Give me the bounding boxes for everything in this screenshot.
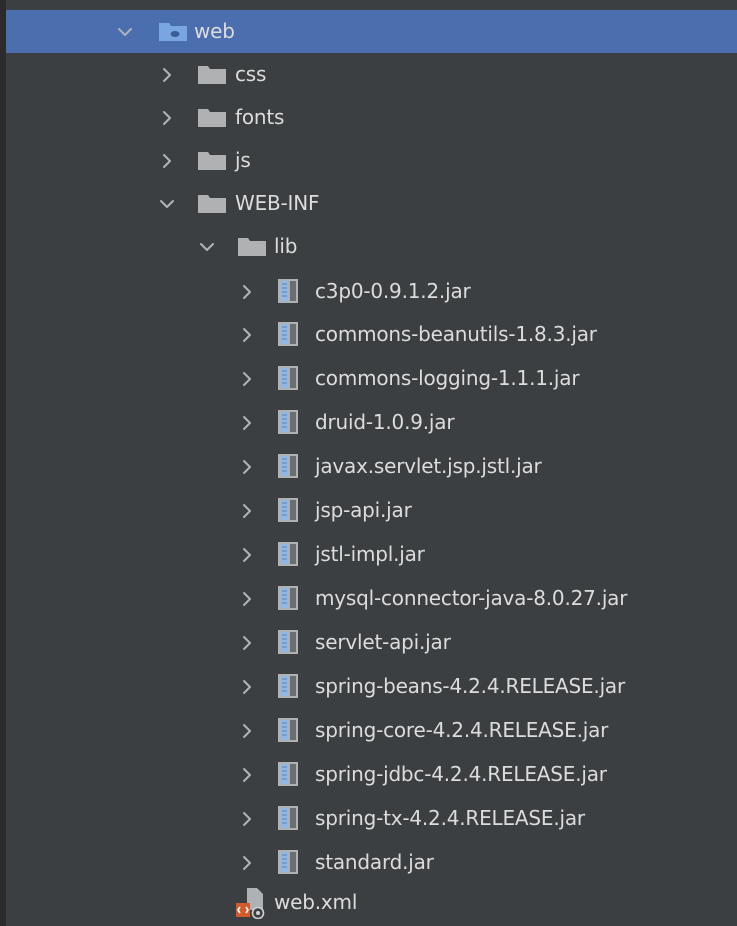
tree-node-label: WEB-INF bbox=[235, 191, 320, 215]
jar-archive-icon bbox=[277, 673, 299, 699]
tree-node-label: druid-1.0.9.jar bbox=[315, 410, 455, 434]
tree-node-jar[interactable]: druid-1.0.9.jar bbox=[6, 401, 737, 444]
tree-node-label: fonts bbox=[235, 105, 285, 129]
chevron-right-icon[interactable] bbox=[236, 720, 258, 742]
chevron-right-icon[interactable] bbox=[236, 324, 258, 346]
tree-node-jar[interactable]: jstl-impl.jar bbox=[6, 533, 737, 576]
jar-archive-icon bbox=[277, 761, 299, 787]
chevron-down-icon[interactable] bbox=[156, 193, 178, 215]
chevron-right-icon[interactable] bbox=[236, 281, 258, 303]
jar-archive-icon bbox=[277, 849, 299, 875]
chevron-right-icon[interactable] bbox=[156, 64, 178, 86]
tree-node-jar[interactable]: spring-tx-4.2.4.RELEASE.jar bbox=[6, 797, 737, 840]
chevron-right-icon[interactable] bbox=[236, 412, 258, 434]
tree-node-lib[interactable]: lib bbox=[6, 225, 737, 268]
tree-node-label: spring-jdbc-4.2.4.RELEASE.jar bbox=[315, 762, 607, 786]
chevron-right-icon[interactable] bbox=[236, 588, 258, 610]
tree-node-jar[interactable]: commons-beanutils-1.8.3.jar bbox=[6, 313, 737, 356]
tree-node-label: c3p0-0.9.1.2.jar bbox=[315, 279, 471, 303]
tree-node-jar[interactable]: servlet-api.jar bbox=[6, 621, 737, 664]
jar-archive-icon bbox=[277, 497, 299, 523]
tree-node-label: javax.servlet.jsp.jstl.jar bbox=[315, 454, 542, 478]
chevron-right-icon[interactable] bbox=[236, 808, 258, 830]
chevron-right-icon[interactable] bbox=[236, 368, 258, 390]
folder-icon bbox=[197, 63, 227, 85]
tree-node-web[interactable]: web bbox=[6, 10, 737, 53]
chevron-right-icon[interactable] bbox=[236, 456, 258, 478]
jar-archive-icon bbox=[277, 453, 299, 479]
tree-node-fonts[interactable]: fonts bbox=[6, 96, 737, 139]
chevron-right-icon[interactable] bbox=[236, 852, 258, 874]
tree-node-jar[interactable]: spring-core-4.2.4.RELEASE.jar bbox=[6, 709, 737, 752]
jar-archive-icon bbox=[277, 541, 299, 567]
web-folder-icon bbox=[158, 20, 188, 42]
tree-node-css[interactable]: css bbox=[6, 53, 737, 96]
chevron-right-icon[interactable] bbox=[156, 107, 178, 129]
jar-archive-icon bbox=[277, 717, 299, 743]
tree-node-js[interactable]: js bbox=[6, 139, 737, 182]
tree-node-label: standard.jar bbox=[315, 850, 434, 874]
tree-node-label: spring-tx-4.2.4.RELEASE.jar bbox=[315, 806, 585, 830]
tree-node-jar[interactable]: spring-jdbc-4.2.4.RELEASE.jar bbox=[6, 753, 737, 796]
tree-node-jar[interactable]: c3p0-0.9.1.2.jar bbox=[6, 270, 737, 313]
folder-icon bbox=[197, 106, 227, 128]
chevron-down-icon[interactable] bbox=[196, 236, 218, 258]
chevron-right-icon[interactable] bbox=[236, 676, 258, 698]
jar-archive-icon bbox=[277, 805, 299, 831]
web-xml-file-icon bbox=[234, 887, 268, 919]
tree-node-label: mysql-connector-java-8.0.27.jar bbox=[315, 586, 628, 610]
jar-archive-icon bbox=[277, 321, 299, 347]
tree-node-jar[interactable]: spring-beans-4.2.4.RELEASE.jar bbox=[6, 665, 737, 708]
tree-node-label: css bbox=[235, 62, 267, 86]
folder-icon bbox=[237, 235, 267, 257]
tree-node-label: commons-beanutils-1.8.3.jar bbox=[315, 322, 597, 346]
tree-node-label: web bbox=[194, 19, 235, 43]
jar-archive-icon bbox=[277, 365, 299, 391]
tree-node-label: web.xml bbox=[274, 890, 358, 914]
jar-archive-icon bbox=[277, 585, 299, 611]
tree-node-label: spring-beans-4.2.4.RELEASE.jar bbox=[315, 674, 626, 698]
tree-node-label: js bbox=[235, 148, 251, 172]
chevron-right-icon[interactable] bbox=[236, 544, 258, 566]
chevron-right-icon[interactable] bbox=[236, 500, 258, 522]
tree-node-jar[interactable]: commons-logging-1.1.1.jar bbox=[6, 357, 737, 400]
tree-node-label: jstl-impl.jar bbox=[315, 542, 425, 566]
tree-node-label: jsp-api.jar bbox=[315, 498, 412, 522]
tree-node-label: commons-logging-1.1.1.jar bbox=[315, 366, 580, 390]
tree-node-web-xml[interactable]: web.xml bbox=[6, 881, 737, 924]
tree-node-jar[interactable]: javax.servlet.jsp.jstl.jar bbox=[6, 445, 737, 488]
chevron-right-icon[interactable] bbox=[236, 632, 258, 654]
folder-icon bbox=[197, 149, 227, 171]
jar-archive-icon bbox=[277, 278, 299, 304]
jar-archive-icon bbox=[277, 409, 299, 435]
folder-icon bbox=[197, 192, 227, 214]
jar-archive-icon bbox=[277, 629, 299, 655]
tree-node-label: servlet-api.jar bbox=[315, 630, 451, 654]
tree-node-jar[interactable]: mysql-connector-java-8.0.27.jar bbox=[6, 577, 737, 620]
tree-node-label: spring-core-4.2.4.RELEASE.jar bbox=[315, 718, 609, 742]
chevron-down-icon[interactable] bbox=[114, 21, 136, 43]
tree-node-jar[interactable]: jsp-api.jar bbox=[6, 489, 737, 532]
tree-node-jar[interactable]: standard.jar bbox=[6, 841, 737, 884]
chevron-right-icon[interactable] bbox=[236, 764, 258, 786]
chevron-right-icon[interactable] bbox=[156, 150, 178, 172]
project-tree-panel: web css fonts js WEB-INF lib c3p0-0.9.1.… bbox=[0, 0, 737, 926]
tree-node-web-inf[interactable]: WEB-INF bbox=[6, 182, 737, 225]
tree-node-label: lib bbox=[274, 234, 298, 258]
